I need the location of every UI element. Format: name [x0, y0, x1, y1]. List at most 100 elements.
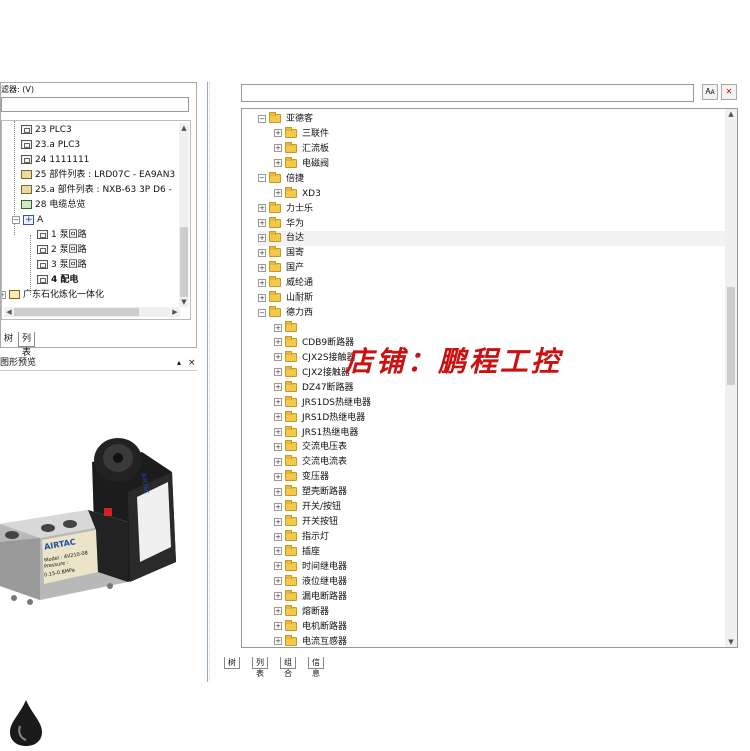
expand-icon[interactable]: + [274, 353, 282, 362]
parts-tree-item[interactable]: − 倍捷 [258, 171, 728, 187]
pin-icon[interactable]: ▴ [177, 356, 181, 370]
tab-list[interactable]: 列表 [252, 657, 268, 678]
parts-tree-item[interactable]: + 开关/按钮 [274, 500, 728, 515]
expand-icon[interactable]: + [258, 219, 266, 227]
parts-tree-item[interactable]: + 开关按钮 [274, 515, 728, 530]
expand-icon[interactable]: + [274, 487, 282, 496]
expand-icon[interactable]: + [274, 502, 282, 511]
expand-icon[interactable]: + [274, 129, 282, 138]
parts-tree-item[interactable]: + [274, 321, 728, 336]
parts-tree-item[interactable]: + 汇流板 [274, 141, 728, 157]
tab-tree[interactable]: 树 [224, 657, 240, 669]
parts-tree-item[interactable]: + 山耐斯 [258, 291, 728, 306]
font-icon[interactable]: 🗛 [702, 84, 718, 100]
expand-icon[interactable]: + [274, 442, 282, 451]
tree-item[interactable]: 24 1111111 [21, 153, 89, 167]
parts-tree-item[interactable]: + 华为 [258, 216, 728, 232]
parts-tree-item[interactable]: + 插座 [274, 544, 728, 560]
tree-item[interactable]: 3 泵回路 [37, 258, 87, 272]
parts-tree-scrollbar[interactable]: ▲ ▼ [725, 109, 737, 647]
expand-icon[interactable]: + [274, 577, 282, 586]
parts-tree-item[interactable]: + JRS1热继电器 [274, 425, 728, 441]
tree-horizontal-scrollbar[interactable]: ◀ ▶ [4, 307, 180, 317]
scroll-up-icon[interactable]: ▲ [725, 109, 737, 119]
expand-icon[interactable]: + [274, 159, 282, 168]
tree-vertical-scrollbar[interactable]: ▲ ▼ [179, 123, 189, 307]
scroll-right-icon[interactable]: ▶ [170, 307, 180, 317]
expand-icon[interactable]: + [274, 189, 282, 198]
tree-item[interactable]: 1 泵回路 [37, 228, 87, 242]
tree-item[interactable]: 28 电缆总览 [21, 198, 85, 212]
tab-info[interactable]: 信息 [308, 657, 324, 678]
expand-icon[interactable]: + [258, 293, 266, 302]
parts-tree-item[interactable]: + JRS1D热继电器 [274, 410, 728, 426]
parts-tree-item[interactable]: + 台达 [258, 231, 728, 247]
parts-tree-item[interactable]: + 交流电压表 [274, 440, 728, 455]
parts-tree-item[interactable]: + 国产 [258, 261, 728, 276]
expand-icon[interactable]: + [258, 233, 266, 242]
close-icon[interactable]: ✕ [721, 84, 737, 100]
tree-item[interactable]: +广东石化炼化一体化 [2, 288, 104, 302]
parts-tree-item[interactable]: + 交流电流表 [274, 455, 728, 470]
tab-combination[interactable]: 组合 [280, 657, 296, 678]
expand-icon[interactable]: + [274, 368, 282, 377]
parts-tree-item[interactable]: + 漏电断路器 [274, 589, 728, 605]
tree-item[interactable]: 23 PLC3 [21, 123, 72, 137]
expand-icon[interactable]: + [258, 248, 266, 257]
tree-item-selected[interactable]: 4 配电 [37, 273, 78, 287]
expand-icon[interactable]: + [274, 413, 282, 422]
expand-icon[interactable]: + [258, 278, 266, 287]
parts-tree-item[interactable]: + 国寄 [258, 246, 728, 261]
parts-search-input[interactable] [241, 84, 694, 102]
expand-icon[interactable]: + [274, 398, 282, 407]
scroll-left-icon[interactable]: ◀ [4, 307, 14, 317]
expand-icon[interactable]: + [274, 607, 282, 616]
collapse-icon[interactable]: − [258, 174, 266, 183]
expand-icon[interactable]: + [274, 547, 282, 556]
parts-tree-item[interactable]: + JRS1DS热继电器 [274, 395, 728, 411]
parts-tree-item[interactable]: + 电流互感器 [274, 634, 728, 647]
collapse-icon[interactable]: − [258, 114, 266, 123]
parts-tree-item[interactable]: + 三联件 [274, 126, 728, 142]
parts-tree-item[interactable]: + 时间继电器 [274, 559, 728, 575]
expand-icon[interactable]: + [274, 622, 282, 631]
parts-tree-item[interactable]: + 电磁阀 [274, 156, 728, 172]
filter-input[interactable] [1, 97, 189, 112]
expand-icon[interactable]: + [274, 517, 282, 526]
collapse-icon[interactable]: − [258, 308, 266, 317]
collapse-icon[interactable]: − [12, 215, 20, 224]
parts-tree-item[interactable]: + 液位继电器 [274, 574, 728, 590]
panel-splitter[interactable] [207, 82, 210, 682]
parts-tree-item[interactable]: + 塑壳断路器 [274, 485, 728, 500]
parts-tree-item[interactable]: + XD3 [274, 186, 728, 202]
parts-tree-item[interactable]: + 威纶通 [258, 276, 728, 291]
scroll-down-icon[interactable]: ▼ [725, 637, 737, 647]
parts-tree-item[interactable]: − 德力西 [258, 306, 728, 321]
expand-icon[interactable]: + [274, 592, 282, 601]
expand-icon[interactable]: + [2, 290, 6, 299]
expand-icon[interactable]: + [274, 472, 282, 481]
scroll-thumb[interactable] [180, 227, 188, 297]
scroll-thumb[interactable] [14, 308, 139, 316]
tree-item[interactable]: 25.a 部件列表 : NXB-63 3P D6 - [21, 183, 172, 197]
tree-item[interactable]: 25 部件列表 : LRD07C - EA9AN3 [21, 168, 175, 182]
expand-icon[interactable]: + [274, 323, 282, 332]
parts-tree-item[interactable]: + 变压器 [274, 470, 728, 485]
parts-tree-item[interactable]: + 熔断器 [274, 604, 728, 620]
parts-tree-item[interactable]: + 电机断路器 [274, 619, 728, 635]
parts-tree-item[interactable]: + 力士乐 [258, 201, 728, 217]
tab-list[interactable]: 列表 [18, 332, 36, 358]
tab-tree[interactable]: 树 [1, 332, 16, 347]
tree-item[interactable]: −A [12, 213, 43, 227]
tree-item[interactable]: 2 泵回路 [37, 243, 87, 257]
tree-item[interactable]: 23.a PLC3 [21, 138, 80, 152]
expand-icon[interactable]: + [274, 562, 282, 571]
parts-tree-item[interactable]: + 指示灯 [274, 530, 728, 545]
expand-icon[interactable]: + [274, 383, 282, 392]
expand-icon[interactable]: + [274, 144, 282, 153]
expand-icon[interactable]: + [274, 532, 282, 541]
parts-tree-item[interactable]: − 亚德客 [258, 112, 728, 127]
scroll-down-icon[interactable]: ▼ [179, 297, 189, 307]
expand-icon[interactable]: + [258, 263, 266, 272]
expand-icon[interactable]: + [274, 637, 282, 646]
